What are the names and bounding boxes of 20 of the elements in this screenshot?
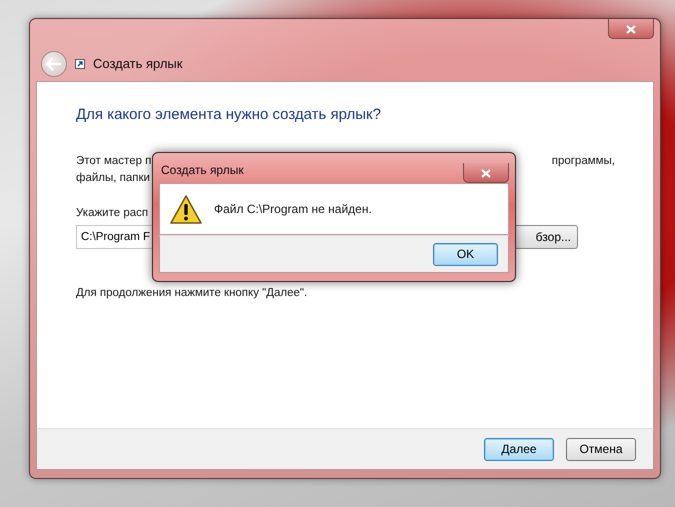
location-label: Укажите расп (76, 207, 148, 219)
next-button[interactable]: Далее (484, 438, 554, 460)
dialog-title: Создать ярлык (161, 162, 244, 179)
window-title: Создать ярлык (93, 55, 182, 74)
close-icon (626, 24, 636, 34)
page-heading: Для какого элемента нужно создать ярлык? (76, 105, 382, 125)
close-button[interactable] (463, 163, 509, 183)
back-arrow-icon (46, 57, 62, 71)
description-text: файлы, папки (76, 172, 150, 184)
close-button[interactable] (608, 19, 654, 39)
close-icon (481, 168, 491, 178)
ok-button[interactable]: OK (433, 242, 498, 266)
cancel-button[interactable]: Отмена (566, 438, 636, 460)
shortcut-icon (75, 59, 85, 69)
error-message: Файл C:\Program не найден. (214, 201, 372, 218)
description-text: программы, (552, 154, 615, 168)
back-button[interactable] (41, 51, 67, 77)
hint-text: Для продолжения нажмите кнопку "Далее". (76, 287, 308, 300)
description-text: Этот мастер п (76, 154, 152, 168)
warning-icon (170, 194, 202, 224)
